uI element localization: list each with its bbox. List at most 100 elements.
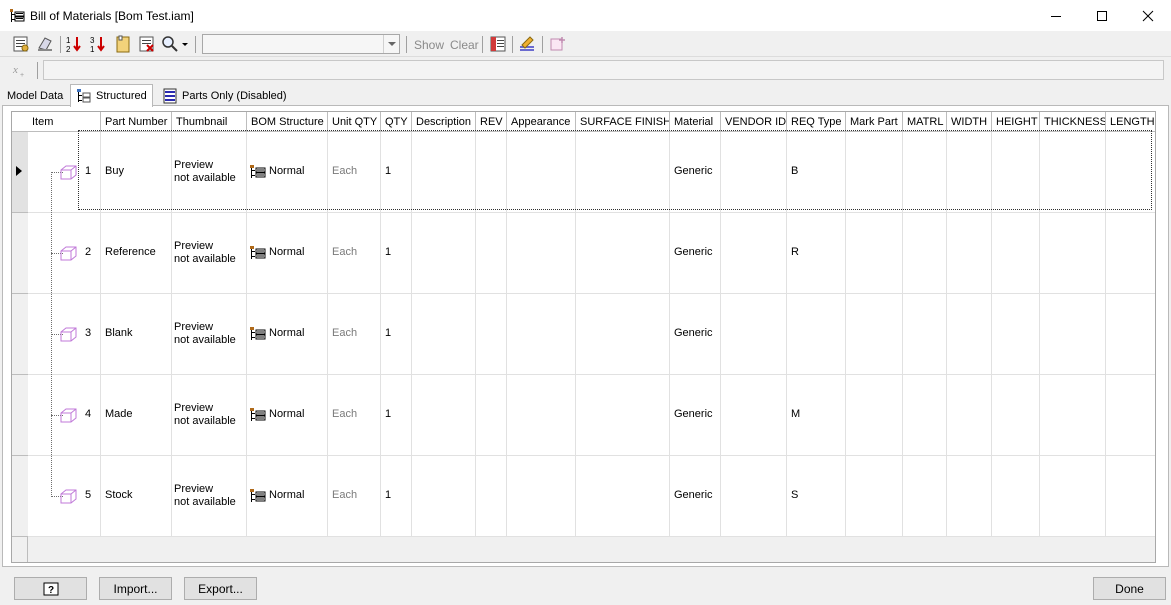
- cell-thickness[interactable]: [1040, 294, 1106, 375]
- cell-bom-structure[interactable]: Normal: [247, 375, 328, 456]
- import-button[interactable]: Import...: [99, 577, 172, 600]
- row-selector[interactable]: [12, 375, 28, 456]
- cell-unit-qty[interactable]: Each: [328, 456, 381, 537]
- row-selector[interactable]: [12, 213, 28, 294]
- cell-bom-structure[interactable]: Normal: [247, 213, 328, 294]
- cell-vendor-id[interactable]: [721, 294, 787, 375]
- tab-structured[interactable]: Structured: [70, 84, 153, 107]
- find-dropdown-chevron-icon[interactable]: [182, 43, 188, 47]
- cell-surface-finish[interactable]: [576, 294, 670, 375]
- cell-material[interactable]: Generic: [670, 294, 721, 375]
- cell-part-number[interactable]: Reference: [101, 213, 172, 294]
- bom-settings-icon[interactable]: [11, 34, 31, 54]
- cell-description[interactable]: [412, 294, 476, 375]
- cell-mark-part[interactable]: [846, 456, 903, 537]
- cell-rev[interactable]: [476, 456, 507, 537]
- cell-material[interactable]: Generic: [670, 375, 721, 456]
- cell-bom-structure[interactable]: Normal: [247, 456, 328, 537]
- cell-qty[interactable]: 1: [381, 132, 412, 213]
- close-button[interactable]: [1125, 0, 1171, 31]
- cell-surface-finish[interactable]: [576, 213, 670, 294]
- cell-rev[interactable]: [476, 213, 507, 294]
- column-header-part-number[interactable]: Part Number: [101, 112, 172, 132]
- cell-length[interactable]: [1106, 294, 1155, 375]
- column-header-matrl[interactable]: MATRL: [903, 112, 947, 132]
- cell-matrl[interactable]: [903, 294, 947, 375]
- cell-width[interactable]: [947, 294, 992, 375]
- tab-model-data[interactable]: Model Data: [2, 86, 68, 106]
- cell-unit-qty[interactable]: Each: [328, 294, 381, 375]
- column-header-vendor-id[interactable]: VENDOR ID: [721, 112, 787, 132]
- column-header-height[interactable]: HEIGHT: [992, 112, 1040, 132]
- row-selector[interactable]: [12, 294, 28, 375]
- column-header-width[interactable]: WIDTH: [947, 112, 992, 132]
- view-combo[interactable]: [202, 34, 400, 54]
- export-button[interactable]: Export...: [184, 577, 257, 600]
- clear-button[interactable]: Clear: [450, 38, 479, 52]
- cell-thickness[interactable]: [1040, 213, 1106, 294]
- cell-surface-finish[interactable]: [576, 375, 670, 456]
- column-header-rev[interactable]: REV: [476, 112, 507, 132]
- cell-item[interactable]: 4: [28, 375, 101, 456]
- cell-mark-part[interactable]: [846, 294, 903, 375]
- column-header-bom-structure[interactable]: BOM Structure: [247, 112, 328, 132]
- column-header-appearance[interactable]: Appearance: [507, 112, 576, 132]
- cell-description[interactable]: [412, 375, 476, 456]
- formula-input[interactable]: [43, 60, 1164, 80]
- cell-item[interactable]: 5: [28, 456, 101, 537]
- cell-material[interactable]: Generic: [670, 456, 721, 537]
- renumber-icon[interactable]: [113, 34, 133, 54]
- cell-description[interactable]: [412, 132, 476, 213]
- cell-req-type[interactable]: M: [787, 375, 846, 456]
- cell-qty[interactable]: 1: [381, 456, 412, 537]
- clear-overrides-icon[interactable]: [35, 34, 55, 54]
- cell-mark-part[interactable]: [846, 213, 903, 294]
- cell-height[interactable]: [992, 132, 1040, 213]
- help-button[interactable]: ?: [14, 577, 87, 600]
- cell-bom-structure[interactable]: Normal: [247, 294, 328, 375]
- column-header-length[interactable]: LENGTH: [1106, 112, 1155, 132]
- cell-mark-part[interactable]: [846, 375, 903, 456]
- cell-height[interactable]: [992, 213, 1040, 294]
- cell-surface-finish[interactable]: [576, 132, 670, 213]
- cell-item[interactable]: 1: [28, 132, 101, 213]
- cell-qty[interactable]: 1: [381, 213, 412, 294]
- cell-vendor-id[interactable]: [721, 456, 787, 537]
- cell-thumb[interactable]: Preview not available: [172, 294, 247, 375]
- cell-thumb[interactable]: Preview not available: [172, 132, 247, 213]
- cell-material[interactable]: Generic: [670, 213, 721, 294]
- cell-width[interactable]: [947, 456, 992, 537]
- tab-parts-only[interactable]: Parts Only (Disabled): [157, 86, 292, 106]
- cell-thickness[interactable]: [1040, 132, 1106, 213]
- cell-unit-qty[interactable]: Each: [328, 375, 381, 456]
- cell-matrl[interactable]: [903, 375, 947, 456]
- cell-appearance[interactable]: [507, 294, 576, 375]
- cell-length[interactable]: [1106, 456, 1155, 537]
- cell-item[interactable]: 2: [28, 213, 101, 294]
- cell-appearance[interactable]: [507, 456, 576, 537]
- column-header-thickness[interactable]: THICKNESS: [1040, 112, 1106, 132]
- cell-thumb[interactable]: Preview not available: [172, 213, 247, 294]
- cell-surface-finish[interactable]: [576, 456, 670, 537]
- cell-part-number[interactable]: Made: [101, 375, 172, 456]
- row-selector[interactable]: [12, 132, 28, 213]
- maximize-button[interactable]: [1079, 0, 1125, 31]
- add-custom-part-icon[interactable]: [548, 34, 568, 54]
- cell-req-type[interactable]: [787, 294, 846, 375]
- column-header-item[interactable]: Item: [28, 112, 101, 132]
- column-header-mark-part[interactable]: Mark Part: [846, 112, 903, 132]
- done-button[interactable]: Done: [1093, 577, 1166, 600]
- cell-item[interactable]: 3: [28, 294, 101, 375]
- cell-bom-structure[interactable]: Normal: [247, 132, 328, 213]
- cell-vendor-id[interactable]: [721, 375, 787, 456]
- table-row[interactable]: 4 Made Preview not available Normal Each 1 Gene…: [28, 375, 1155, 456]
- cell-description[interactable]: [412, 456, 476, 537]
- cell-thickness[interactable]: [1040, 456, 1106, 537]
- export-icon[interactable]: [137, 34, 157, 54]
- show-button[interactable]: Show: [414, 38, 444, 52]
- cell-vendor-id[interactable]: [721, 213, 787, 294]
- cell-length[interactable]: [1106, 213, 1155, 294]
- view-combo-arrow[interactable]: [383, 35, 399, 53]
- cell-appearance[interactable]: [507, 213, 576, 294]
- find-icon[interactable]: [160, 34, 180, 54]
